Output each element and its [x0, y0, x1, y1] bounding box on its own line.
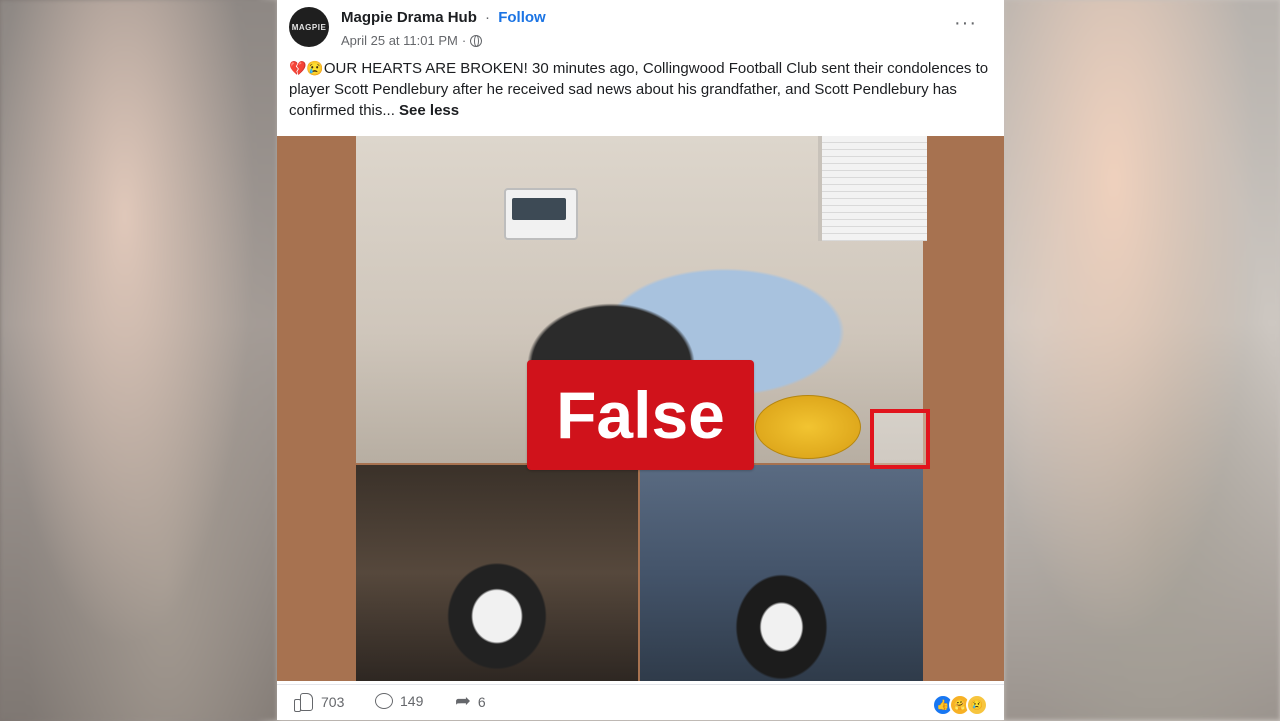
comment-button[interactable]: 149: [375, 693, 423, 709]
thumbs-up-icon: [294, 693, 314, 712]
post-media[interactable]: False: [277, 136, 1004, 681]
share-button[interactable]: ➦ 6: [455, 691, 486, 712]
reactions-summary[interactable]: 👍 🤗 😢: [932, 694, 988, 716]
globe-icon: [470, 34, 483, 47]
separator-dot: ·: [485, 9, 491, 26]
meta-separator: ·: [461, 33, 467, 48]
post-header: MAGPIE Magpie Drama Hub · Follow April 2…: [289, 4, 989, 52]
photo-player-match[interactable]: [356, 465, 638, 681]
like-count: 703: [321, 694, 345, 710]
football-image: [755, 395, 861, 459]
background-right-blur: [1004, 0, 1280, 720]
avatar-text: MAGPIE: [291, 22, 327, 32]
post-timestamp[interactable]: April 25 at 11:01 PM: [341, 33, 458, 48]
post-actions-bar: 703 149 ➦ 6 👍 🤗 😢: [277, 684, 1004, 721]
sad-reaction-icon: 😢: [966, 694, 988, 716]
post-text: OUR HEARTS ARE BROKEN! 30 minutes ago, C…: [289, 60, 989, 119]
more-options-icon[interactable]: ···: [954, 13, 977, 33]
false-rating-badge: False: [527, 360, 754, 470]
page-avatar[interactable]: MAGPIE: [289, 7, 329, 47]
post-body: 💔😢OUR HEARTS ARE BROKEN! 30 minutes ago,…: [289, 58, 989, 121]
share-count: 6: [477, 694, 486, 710]
share-icon: ➦: [455, 691, 471, 712]
post-meta: April 25 at 11:01 PM ·: [341, 33, 483, 48]
comment-count: 149: [400, 693, 424, 709]
window-blinds: [818, 136, 927, 241]
highlight-box: [870, 409, 930, 469]
like-button[interactable]: 703: [294, 693, 345, 712]
photo-team-walkout[interactable]: [640, 465, 923, 681]
facebook-post-card: MAGPIE Magpie Drama Hub · Follow April 2…: [277, 0, 1004, 720]
author-name[interactable]: Magpie Drama Hub: [341, 9, 477, 26]
comment-icon: [375, 693, 393, 709]
false-label: False: [556, 378, 725, 452]
hospital-monitor: [504, 188, 578, 240]
see-less-link[interactable]: See less: [399, 102, 459, 119]
background-left-blur: [0, 0, 277, 720]
author-line: Magpie Drama Hub · Follow: [341, 9, 546, 26]
emoji-prefix: 💔😢: [289, 60, 324, 76]
follow-button[interactable]: Follow: [498, 9, 546, 26]
